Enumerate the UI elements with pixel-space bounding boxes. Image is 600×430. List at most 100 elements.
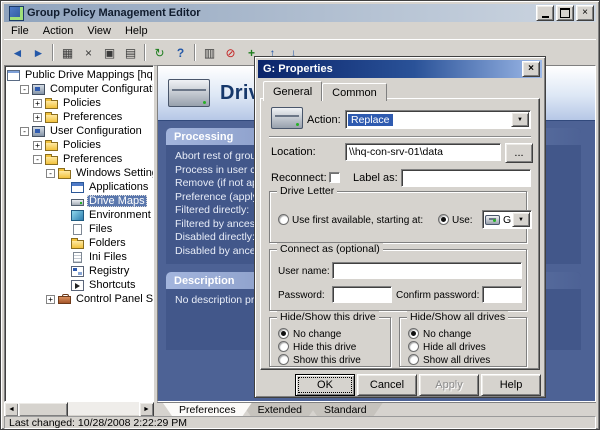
show-this-drive-label: Show this drive: [293, 355, 361, 366]
show-all-drives-radio[interactable]: [408, 354, 419, 365]
scrollbar-thumb[interactable]: [18, 402, 68, 417]
toolbar-refresh-button[interactable]: ↻: [149, 43, 170, 63]
scroll-left-arrow-icon[interactable]: ◄: [4, 402, 19, 417]
ok-button[interactable]: OK: [295, 374, 355, 396]
console-tree: Public Drive Mappings [hq-con-dc-0 - Com…: [4, 65, 154, 402]
tree-item-label: Applications: [89, 181, 149, 193]
tree-item-label: Policies: [63, 139, 101, 151]
tree-item-computer-configuration[interactable]: - Computer Configuration: [5, 82, 153, 96]
folder-icon: [45, 153, 58, 165]
reconnect-checkbox[interactable]: [329, 172, 340, 183]
scroll-right-arrow-icon[interactable]: ►: [139, 402, 154, 417]
menu-file[interactable]: File: [4, 24, 36, 38]
tab-general[interactable]: General: [263, 81, 323, 101]
folder-icon: [45, 97, 58, 109]
tab-preferences[interactable]: Preferences: [163, 403, 252, 416]
toolbar-export-list-button[interactable]: ▤: [120, 43, 141, 63]
chevron-down-icon[interactable]: ▼: [511, 112, 529, 127]
all-no-change-radio[interactable]: [408, 328, 419, 339]
drive-maps-icon: [71, 198, 84, 206]
folder-icon: [58, 167, 71, 179]
chevron-down-icon[interactable]: ▼: [512, 212, 530, 227]
menu-view[interactable]: View: [80, 24, 118, 38]
tree-horizontal-scrollbar[interactable]: ◄ ►: [4, 402, 154, 417]
toolbar-forward-button[interactable]: ►: [28, 43, 49, 63]
tree-item-control-panel-settings[interactable]: + Control Panel Settings: [5, 292, 153, 306]
collapse-icon[interactable]: -: [20, 126, 29, 136]
show-this-drive-radio[interactable]: [278, 354, 289, 365]
tree-item-root[interactable]: Public Drive Mappings [hq-con-dc-0: [5, 68, 153, 82]
action-select[interactable]: Replace ▼: [345, 110, 531, 129]
toolbar-separator: [144, 44, 146, 61]
tree-item-label: Preferences: [63, 111, 123, 123]
maximize-button[interactable]: [556, 5, 574, 21]
minimize-button[interactable]: [536, 5, 554, 21]
tree-item-folders[interactable]: Folders: [5, 236, 153, 250]
toolbar-properties-button[interactable]: ▣: [99, 43, 120, 63]
password-input[interactable]: [332, 286, 392, 303]
app-icon: [9, 5, 24, 21]
drive-letter-select[interactable]: G ▼: [482, 210, 532, 229]
tree-item-label: Policies: [63, 97, 101, 109]
applications-icon: [71, 181, 84, 193]
use-radio[interactable]: [438, 214, 449, 225]
user-name-label: User name:: [278, 266, 330, 277]
connect-as-group: Connect as (optional) User name: Passwor…: [269, 243, 527, 311]
tab-standard[interactable]: Standard: [308, 403, 383, 416]
tree-item-preferences[interactable]: - Preferences: [5, 152, 153, 166]
use-label: Use:: [452, 215, 473, 226]
tab-extended[interactable]: Extended: [242, 403, 318, 416]
toolbar-help-button[interactable]: ?: [170, 43, 191, 63]
location-input[interactable]: [345, 143, 501, 161]
tree-item-shortcuts[interactable]: Shortcuts: [5, 278, 153, 292]
close-button[interactable]: ×: [576, 5, 594, 21]
dialog-title-bar: G: Properties ×: [258, 60, 542, 78]
tab-common[interactable]: Common: [322, 83, 387, 101]
action-value: Replace: [348, 113, 393, 126]
drive-icon: [271, 107, 303, 129]
tree-item-applications[interactable]: Applications: [5, 180, 153, 194]
tree-item-drive-maps[interactable]: Drive Maps: [5, 194, 153, 208]
tree-item-environment[interactable]: Environment: [5, 208, 153, 222]
hide-show-this-drive-group: Hide/Show this drive No change Hide this…: [269, 311, 391, 367]
menu-help[interactable]: Help: [118, 24, 155, 38]
toolbar-stop-button[interactable]: ⊘: [220, 43, 241, 63]
expand-icon[interactable]: +: [46, 294, 55, 304]
label-as-input[interactable]: [401, 169, 531, 187]
tree-item-windows-settings[interactable]: - Windows Settings: [5, 166, 153, 180]
tree-item-label: Public Drive Mappings [hq-con-dc-0: [25, 69, 153, 81]
help-button[interactable]: Help: [481, 374, 541, 396]
toolbar-show-tree-button[interactable]: ▦: [57, 43, 78, 63]
menu-action[interactable]: Action: [36, 24, 81, 38]
tree-item-policies[interactable]: + Policies: [5, 138, 153, 152]
tree-item-registry[interactable]: Registry: [5, 264, 153, 278]
cancel-button[interactable]: Cancel: [357, 374, 417, 396]
expand-icon[interactable]: +: [33, 112, 42, 122]
hide-show-this-drive-label: Hide/Show this drive: [277, 311, 379, 323]
expand-icon[interactable]: +: [33, 140, 42, 150]
this-no-change-radio[interactable]: [278, 328, 289, 339]
tree-item-user-configuration[interactable]: - User Configuration: [5, 124, 153, 138]
hide-this-drive-radio[interactable]: [278, 341, 289, 352]
tree-item-preferences[interactable]: + Preferences: [5, 110, 153, 124]
hide-all-drives-radio[interactable]: [408, 341, 419, 352]
toolbar-delete-button[interactable]: ×: [78, 43, 99, 63]
collapse-icon[interactable]: -: [33, 154, 42, 164]
dialog-close-button[interactable]: ×: [522, 61, 540, 77]
expand-icon[interactable]: +: [33, 98, 42, 108]
apply-button[interactable]: Apply: [419, 374, 479, 396]
reconnect-label: Reconnect:: [271, 172, 327, 184]
confirm-password-input[interactable]: [482, 286, 522, 303]
toolbar-paste-button[interactable]: ▥: [199, 43, 220, 63]
collapse-icon[interactable]: -: [20, 84, 29, 94]
browse-button[interactable]: ...: [505, 143, 533, 163]
toolbar-back-button[interactable]: ◄: [7, 43, 28, 63]
tree-item-label: Windows Settings: [76, 167, 153, 179]
collapse-icon[interactable]: -: [46, 168, 55, 178]
use-first-available-radio[interactable]: [278, 214, 289, 225]
user-name-input[interactable]: [332, 262, 522, 279]
tree-item-ini-files[interactable]: Ini Files: [5, 250, 153, 264]
dialog-tabs: General Common: [263, 81, 387, 101]
tree-item-policies[interactable]: + Policies: [5, 96, 153, 110]
tree-item-files[interactable]: Files: [5, 222, 153, 236]
